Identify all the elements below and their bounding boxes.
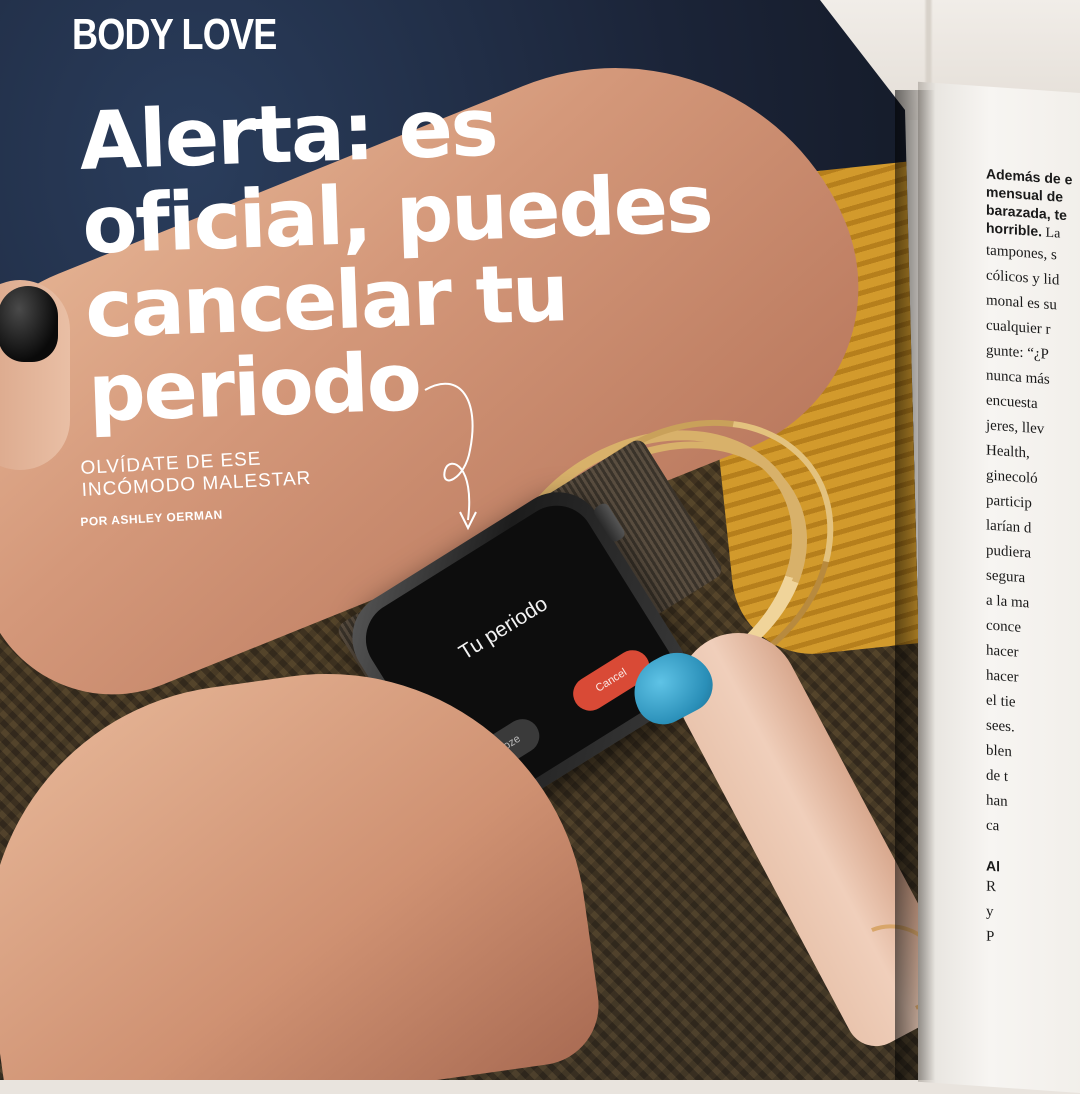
magazine-left-page: Tu periodo Snooze Cancel BODY LOVE Alert… (0, 0, 930, 1080)
body-paragraph: tampones, s cólicos y lid monal es su cualq… (986, 238, 1080, 852)
headline: Alerta: es oficial, puedes cancelar tu p… (78, 78, 729, 439)
text-line: ca (986, 817, 1000, 835)
subsection-text: RyP (986, 874, 1080, 963)
magazine-right-page: Además de e mensual de barazada, te horr… (918, 81, 1080, 1094)
curly-arrow-icon (424, 382, 477, 531)
article-text: Además de e mensual de barazada, te horr… (986, 164, 1080, 963)
black-nail (0, 286, 58, 362)
text-line: P (986, 928, 995, 946)
section-label: BODY LOVE (72, 10, 277, 59)
page-gutter-shadow (895, 90, 935, 1080)
